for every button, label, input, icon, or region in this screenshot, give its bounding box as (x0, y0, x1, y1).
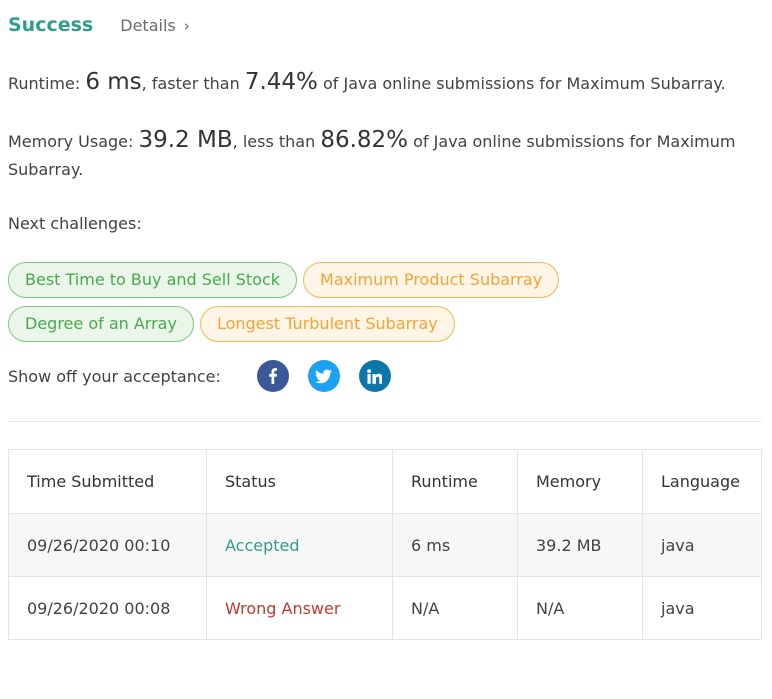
challenge-chip-best-time-to-buy-and-sell-stock[interactable]: Best Time to Buy and Sell Stock (8, 262, 298, 298)
challenge-chips-row: Best Time to Buy and Sell Stock Maximum P… (8, 262, 565, 298)
memory-mid: , less than (232, 132, 321, 151)
column-header-status: Status (206, 449, 393, 514)
details-label: Details (120, 16, 176, 35)
column-header-runtime: Runtime (392, 449, 518, 514)
challenge-chip-maximum-product-subarray[interactable]: Maximum Product Subarray (303, 262, 560, 298)
challenge-chip-longest-turbulent-subarray[interactable]: Longest Turbulent Subarray (199, 306, 455, 342)
facebook-icon[interactable] (256, 360, 289, 392)
table-row: 09/26/2020 00:08 Wrong Answer N/A N/A ja… (8, 576, 762, 640)
cell-language: java (642, 513, 762, 577)
linkedin-icon[interactable] (358, 360, 391, 392)
memory-value: 39.2 MB (138, 127, 233, 153)
memory-stat: Memory Usage: 39.2 MB, less than 86.82% … (8, 126, 763, 184)
details-link[interactable]: Details › (120, 16, 189, 35)
cell-memory: N/A (517, 576, 643, 640)
cell-language: java (642, 576, 762, 640)
cell-runtime: N/A (392, 576, 518, 640)
runtime-mid: , faster than (141, 74, 245, 93)
memory-percent: 86.82% (320, 127, 409, 153)
table-header-row: Time Submitted Status Runtime Memory Lan… (8, 449, 762, 514)
memory-label: Memory Usage: (8, 132, 139, 151)
share-row: Show off your acceptance: (8, 360, 410, 392)
runtime-label: Runtime: (8, 74, 86, 93)
table-row: 09/26/2020 00:10 Accepted 6 ms 39.2 MB j… (8, 513, 762, 577)
column-header-memory: Memory (517, 449, 643, 514)
result-header: Success Details › (8, 14, 190, 36)
column-header-time-submitted: Time Submitted (8, 449, 207, 514)
next-challenges-label: Next challenges: (8, 214, 142, 233)
cell-memory: 39.2 MB (517, 513, 643, 577)
divider (8, 421, 762, 422)
cell-time-submitted: 09/26/2020 00:10 (8, 513, 207, 577)
status-link-wrong-answer[interactable]: Wrong Answer (225, 599, 340, 618)
cell-status: Accepted (206, 513, 393, 577)
runtime-percent: 7.44% (244, 69, 318, 95)
column-header-language: Language (642, 449, 762, 514)
runtime-stat: Runtime: 6 ms, faster than 7.44% of Java… (8, 68, 726, 98)
status-link-accepted[interactable]: Accepted (225, 536, 300, 555)
cell-time-submitted: 09/26/2020 00:08 (8, 576, 207, 640)
submission-result-page: Success Details › Runtime: 6 ms, faster … (0, 0, 772, 699)
submissions-table: Time Submitted Status Runtime Memory Lan… (8, 449, 762, 640)
challenge-chip-degree-of-an-array[interactable]: Degree of an Array (8, 306, 194, 342)
twitter-icon[interactable] (307, 360, 340, 392)
chevron-right-icon: › (183, 16, 190, 35)
share-label: Show off your acceptance: (8, 366, 221, 386)
runtime-value: 6 ms (85, 69, 142, 95)
cell-runtime: 6 ms (392, 513, 518, 577)
runtime-suffix: of Java online submissions for Maximum S… (317, 74, 726, 93)
challenge-chips-row: Degree of an Array Longest Turbulent Suba… (8, 306, 461, 342)
result-status: Success (8, 14, 94, 36)
cell-status: Wrong Answer (206, 576, 393, 640)
